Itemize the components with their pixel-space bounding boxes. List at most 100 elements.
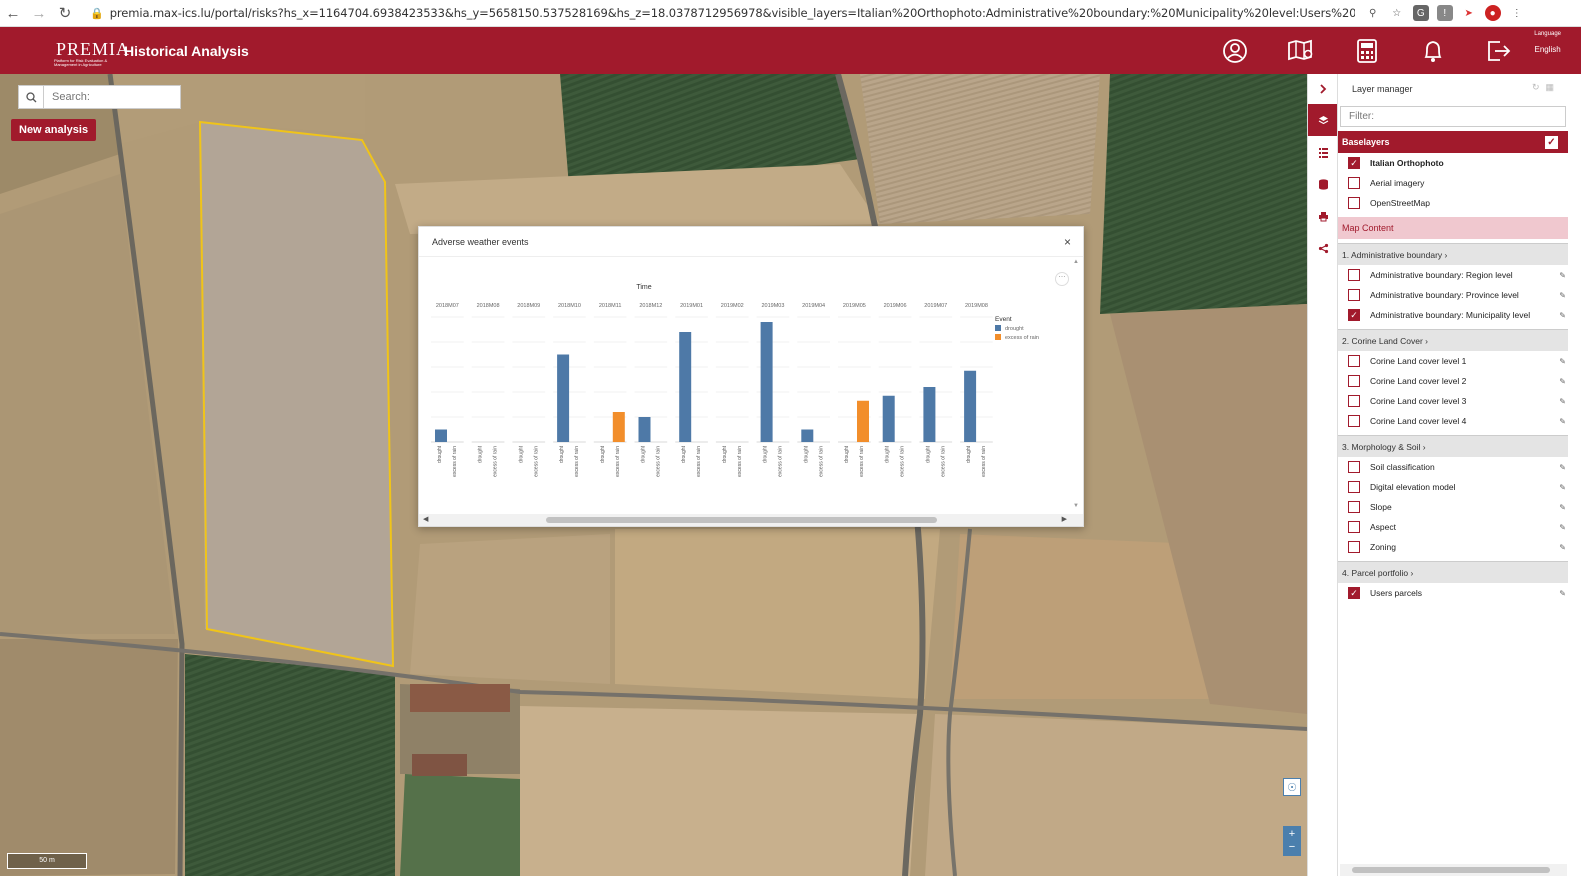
layer-checkbox[interactable] — [1348, 481, 1360, 493]
close-icon[interactable]: × — [1064, 235, 1071, 249]
layer-row[interactable]: Administrative boundary: Region level ✎ — [1338, 265, 1568, 285]
layer-checkbox[interactable] — [1348, 461, 1360, 473]
baselayers-toggle-checkbox[interactable]: ✓ — [1545, 136, 1558, 149]
layer-checkbox[interactable] — [1348, 501, 1360, 513]
baselayer-row[interactable]: Aerial imagery — [1338, 173, 1568, 193]
scroll-left-icon[interactable]: ◀ — [423, 515, 428, 523]
trash-icon[interactable]: ▦ — [1545, 82, 1554, 93]
layer-row[interactable]: Zoning ✎ — [1338, 537, 1568, 557]
forward-icon[interactable]: → — [26, 0, 52, 26]
scroll-thumb[interactable] — [546, 517, 937, 523]
baselayer-checkbox[interactable] — [1348, 177, 1360, 189]
layer-checkbox[interactable] — [1348, 355, 1360, 367]
layer-row[interactable]: Digital elevation model ✎ — [1338, 477, 1568, 497]
x-tick-label: excess of rain — [696, 446, 702, 477]
layer-settings-icon[interactable]: ✎ — [1559, 417, 1566, 426]
layer-row[interactable]: Administrative boundary: Province level ✎ — [1338, 285, 1568, 305]
layer-settings-icon[interactable]: ✎ — [1559, 357, 1566, 366]
layer-settings-icon[interactable]: ✎ — [1559, 503, 1566, 512]
layer-group-header[interactable]: 2. Corine Land Cover › — [1338, 329, 1568, 351]
reload-icon[interactable]: ↻ — [52, 0, 78, 26]
premia-logo[interactable]: PREMIA Platform for Risk Evaluation & Ma… — [52, 32, 129, 70]
layer-group-header[interactable]: 4. Parcel portfolio › — [1338, 561, 1568, 583]
collapse-panel-icon[interactable] — [1308, 74, 1338, 104]
layer-settings-icon[interactable]: ✎ — [1559, 397, 1566, 406]
baselayers-list: ✓ Italian Orthophoto Aerial imagery OpenStr… — [1338, 153, 1568, 213]
database-icon[interactable] — [1308, 168, 1338, 200]
baselayer-row[interactable]: ✓ Italian Orthophoto — [1338, 153, 1568, 173]
star-icon[interactable]: ☆ — [1389, 5, 1405, 21]
back-icon[interactable]: ← — [0, 0, 26, 26]
profile-avatar-icon[interactable]: ● — [1484, 5, 1501, 21]
map-search-icon[interactable] — [1283, 33, 1319, 69]
layer-row[interactable]: ✓ Users parcels ✎ — [1338, 583, 1568, 603]
baselayers-header[interactable]: Baselayers ✓ — [1338, 131, 1568, 153]
x-tick-label: drought — [925, 445, 931, 463]
bell-icon[interactable] — [1415, 33, 1451, 69]
scroll-right-icon[interactable]: ▶ — [1062, 515, 1067, 523]
panel-horizontal-scrollbar[interactable] — [1340, 864, 1567, 876]
address-bar[interactable]: premia.max-ics.lu/portal/risks?hs_x=1164… — [110, 6, 1355, 20]
layer-settings-icon[interactable]: ✎ — [1559, 291, 1566, 300]
layer-settings-icon[interactable]: ✎ — [1559, 543, 1566, 552]
zoom-out-button[interactable]: − — [1289, 841, 1295, 854]
refresh-icon[interactable]: ↻ — [1532, 82, 1540, 93]
layer-row[interactable]: Corine Land cover level 2 ✎ — [1338, 371, 1568, 391]
print-icon[interactable] — [1308, 200, 1338, 232]
layer-row[interactable]: Corine Land cover level 4 ✎ — [1338, 411, 1568, 431]
layer-checkbox[interactable] — [1348, 289, 1360, 301]
extension-alert-icon[interactable]: ! — [1436, 5, 1453, 21]
layer-row[interactable]: Corine Land cover level 1 ✎ — [1338, 351, 1568, 371]
layer-checkbox[interactable] — [1348, 375, 1360, 387]
layer-checkbox[interactable]: ✓ — [1348, 309, 1360, 321]
layer-checkbox[interactable] — [1348, 541, 1360, 553]
scroll-down-icon[interactable]: ▼ — [1073, 503, 1079, 509]
layer-settings-icon[interactable]: ✎ — [1559, 463, 1566, 472]
layer-checkbox[interactable] — [1348, 521, 1360, 533]
layers-icon[interactable] — [1308, 104, 1338, 136]
chart-menu-icon[interactable]: ⋯ — [1055, 272, 1069, 286]
layer-checkbox[interactable] — [1348, 395, 1360, 407]
baselayer-row[interactable]: OpenStreetMap — [1338, 193, 1568, 213]
language-selector[interactable]: Language English — [1534, 31, 1561, 54]
layer-settings-icon[interactable]: ✎ — [1559, 271, 1566, 280]
layer-checkbox[interactable] — [1348, 415, 1360, 427]
new-analysis-button[interactable]: New analysis — [11, 119, 97, 141]
layer-settings-icon[interactable]: ✎ — [1559, 377, 1566, 386]
layer-checkbox[interactable]: ✓ — [1348, 587, 1360, 599]
extension-g-icon[interactable]: G — [1412, 5, 1429, 21]
layer-settings-icon[interactable]: ✎ — [1559, 523, 1566, 532]
layer-row[interactable]: Slope ✎ — [1338, 497, 1568, 517]
layer-row[interactable]: Soil classification ✎ — [1338, 457, 1568, 477]
layer-checkbox[interactable] — [1348, 269, 1360, 281]
calculator-icon[interactable] — [1349, 33, 1385, 69]
layer-group-header[interactable]: 3. Morphology & Soil › — [1338, 435, 1568, 457]
layer-row[interactable]: Corine Land cover level 3 ✎ — [1338, 391, 1568, 411]
horizontal-scrollbar[interactable]: ◀ ▶ — [419, 514, 1083, 526]
menu-dots-icon[interactable]: ⋮ — [1509, 5, 1525, 21]
layer-row[interactable]: Aspect ✎ — [1338, 517, 1568, 537]
baselayer-label: Italian Orthophoto — [1370, 158, 1444, 168]
extension-arrow-icon[interactable]: ➤ — [1461, 5, 1477, 21]
user-icon[interactable] — [1217, 33, 1253, 69]
logout-icon[interactable] — [1481, 33, 1517, 69]
layer-row[interactable]: ✓ Administrative boundary: Municipality l… — [1338, 305, 1568, 325]
layer-group-header[interactable]: 1. Administrative boundary › — [1338, 243, 1568, 265]
share-icon[interactable] — [1308, 232, 1338, 264]
legend-list-icon[interactable] — [1308, 136, 1338, 168]
panel-scroll-thumb[interactable] — [1352, 867, 1550, 873]
search-input[interactable] — [44, 91, 174, 103]
baselayer-checkbox[interactable] — [1348, 197, 1360, 209]
zoom-icon[interactable]: ⚲ — [1365, 5, 1381, 21]
layer-settings-icon[interactable]: ✎ — [1559, 311, 1566, 320]
x-tick-label: drought — [600, 445, 606, 463]
baselayer-checkbox[interactable]: ✓ — [1348, 157, 1360, 169]
zoom-in-button[interactable]: + — [1289, 828, 1295, 841]
search-icon[interactable] — [19, 86, 44, 108]
filter-input[interactable]: Filter: — [1340, 106, 1566, 127]
layer-settings-icon[interactable]: ✎ — [1559, 483, 1566, 492]
layer-settings-icon[interactable]: ✎ — [1559, 589, 1566, 598]
locate-icon[interactable]: ☉ — [1283, 778, 1301, 796]
x-tick-label: excess of rain — [533, 446, 539, 477]
scroll-up-icon[interactable]: ▲ — [1073, 259, 1079, 265]
